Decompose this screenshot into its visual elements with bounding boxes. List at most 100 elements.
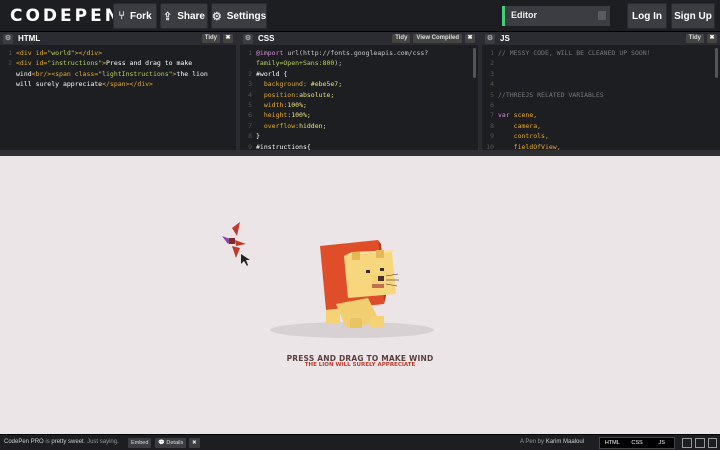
line-number: 5: [490, 90, 494, 99]
line-number: 2: [8, 59, 12, 68]
view-compiled-button[interactable]: View Compiled: [413, 34, 462, 43]
settings-label: Settings: [226, 10, 267, 22]
code-line-wrap: will surely appreciate</span></div>: [16, 80, 153, 89]
lion-front-paw: [326, 310, 340, 324]
css-close-icon[interactable]: ✖: [465, 34, 475, 43]
line-number: 2: [248, 69, 252, 78]
layout-right-icon[interactable]: [708, 438, 717, 448]
line-number: 8: [490, 121, 494, 130]
code-line: var scene,: [498, 111, 538, 120]
js-settings-icon[interactable]: ⚙: [485, 33, 495, 44]
code-line-wrap: wind<br/><span class="lightInstructions"…: [16, 69, 208, 78]
line-number: 2: [490, 59, 494, 68]
line-number: 9: [490, 132, 494, 141]
fork-button[interactable]: ⑂ Fork: [113, 3, 157, 29]
signup-button[interactable]: Sign Up: [671, 3, 715, 29]
footer-close-icon[interactable]: ✖: [189, 438, 200, 448]
css-pane: ⚙ CSS Tidy View Compiled ✖ 1 @import url(…: [240, 32, 482, 150]
js-tidy-button[interactable]: Tidy: [685, 34, 704, 43]
top-header: CODEPEN ⑂ Fork ⇪ Share ⚙ Settings Editor…: [0, 0, 720, 32]
preview-area[interactable]: PRESS AND DRAG TO MAKE WIND THE LION WIL…: [0, 156, 720, 434]
line-number: 9: [248, 142, 252, 150]
view-toggle: HTML CSS JS: [599, 437, 675, 449]
codepen-logo[interactable]: CODEPEN: [10, 6, 122, 26]
code-line: @import url(http://fonts.googleapis.com/…: [256, 49, 429, 57]
lion-head: [344, 252, 396, 298]
js-close-icon[interactable]: ✖: [707, 34, 717, 43]
code-line: family=Open+Sans:800);: [256, 59, 343, 68]
line-number: 4: [248, 90, 252, 99]
code-line: fieldOfView,: [498, 142, 561, 150]
js-pane-header: ⚙ JS Tidy ✖: [482, 32, 720, 45]
code-line: overflow:hidden;: [263, 121, 327, 130]
code-line: <div id="instructions">Press and drag to…: [16, 59, 193, 68]
line-number: 10: [486, 142, 494, 150]
light-instructions-text: THE LION WILL SURELY APPRECIATE: [304, 362, 416, 368]
line-number: 6: [490, 101, 494, 109]
css-scrollbar[interactable]: [473, 48, 476, 78]
author-link[interactable]: Karim Maaloul: [546, 439, 584, 445]
html-close-icon[interactable]: ✖: [223, 34, 233, 43]
pro-message[interactable]: CodePen PRO is pretty sweet. Just saying…: [4, 439, 119, 445]
details-button[interactable]: 💬 Details: [155, 438, 187, 448]
js-pane-title: JS: [500, 34, 510, 43]
editor-view-select[interactable]: Editor: [502, 6, 610, 26]
share-icon: ⇪: [162, 10, 173, 23]
css-pane-title: CSS: [258, 34, 275, 43]
code-line: //THREEJS RELATED VARIABLES: [498, 90, 604, 99]
view-css-toggle[interactable]: CSS: [625, 438, 650, 448]
pen-credit: A Pen by Karim Maaloul: [520, 439, 585, 445]
layout-top-icon[interactable]: [695, 438, 705, 448]
windmill-fan: [222, 222, 246, 258]
footer-bar: CodePen PRO is pretty sweet. Just saying…: [0, 434, 720, 450]
settings-button[interactable]: ⚙ Settings: [211, 3, 267, 29]
editor-select-value: Editor: [511, 10, 537, 20]
cursor-icon: [241, 254, 250, 266]
embed-button[interactable]: Embed: [128, 438, 152, 448]
share-button[interactable]: ⇪ Share: [160, 3, 208, 29]
code-line: #world {: [256, 69, 288, 78]
css-tidy-button[interactable]: Tidy: [392, 34, 411, 43]
html-pane-title: HTML: [18, 34, 41, 43]
line-number: 1: [8, 49, 12, 57]
code-line: // MESSY CODE, WILL BE CLEANED UP SOON!: [498, 49, 651, 57]
line-number: 7: [248, 121, 252, 130]
html-pane-header: ⚙ HTML Tidy ✖: [0, 32, 236, 45]
line-number: 4: [490, 80, 494, 89]
layout-left-icon[interactable]: [682, 438, 692, 448]
code-line: background: #ebe5e7;: [263, 80, 343, 89]
code-line: #instructions{: [256, 142, 311, 150]
line-number: 1: [248, 49, 252, 57]
html-pane: ⚙ HTML Tidy ✖ 1 <div id="world"></div> 2…: [0, 32, 240, 150]
js-pane: ⚙ JS Tidy ✖ 1 // MESSY CODE, WILL BE CLEA…: [482, 32, 720, 150]
html-tidy-button[interactable]: Tidy: [201, 34, 220, 43]
js-scrollbar[interactable]: [715, 48, 718, 78]
code-line: camera,: [498, 121, 542, 130]
login-label: Log In: [632, 10, 662, 22]
editor-panes: ⚙ HTML Tidy ✖ 1 <div id="world"></div> 2…: [0, 32, 720, 150]
view-js-toggle[interactable]: JS: [649, 438, 674, 448]
lion-scene[interactable]: [0, 156, 720, 434]
line-number: 1: [490, 49, 494, 57]
code-line: height:100%;: [263, 111, 311, 120]
select-grip-icon: [598, 11, 606, 20]
gear-icon: ⚙: [211, 10, 222, 23]
css-settings-icon[interactable]: ⚙: [243, 33, 253, 44]
line-number: 3: [490, 69, 494, 78]
line-number: 6: [248, 111, 252, 120]
fork-icon: ⑂: [118, 10, 125, 22]
html-settings-icon[interactable]: ⚙: [3, 33, 13, 44]
code-line: <div id="world"></div>: [16, 49, 103, 57]
fork-label: Fork: [129, 10, 152, 22]
line-number: 3: [248, 80, 252, 89]
css-pane-header: ⚙ CSS Tidy View Compiled ✖: [240, 32, 478, 45]
code-line: width:100%;: [263, 101, 307, 109]
line-number: 5: [248, 101, 252, 109]
code-line: position:absolute;: [263, 90, 335, 99]
share-label: Share: [177, 10, 205, 22]
line-number: 8: [248, 132, 252, 141]
view-html-toggle[interactable]: HTML: [600, 438, 625, 448]
login-button[interactable]: Log In: [627, 3, 667, 29]
code-line: controls,: [498, 132, 549, 141]
signup-label: Sign Up: [674, 10, 712, 22]
